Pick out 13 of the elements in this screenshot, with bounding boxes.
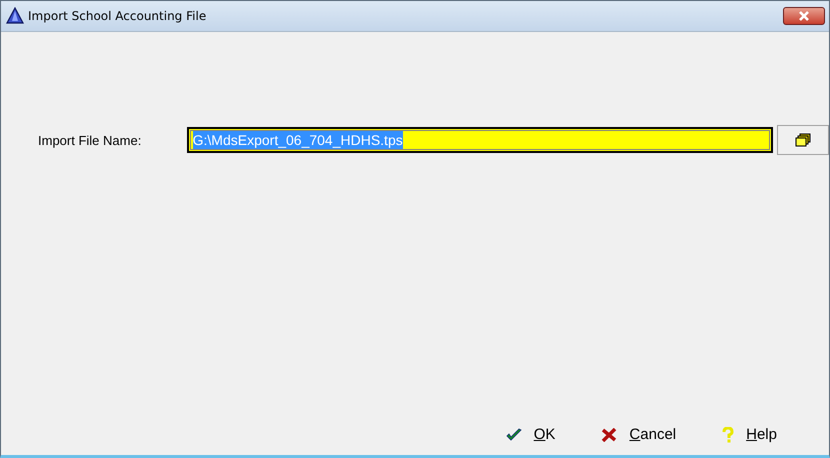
window-title: Import School Accounting File bbox=[28, 9, 208, 23]
field-label: Import File Name: bbox=[38, 132, 142, 148]
close-icon bbox=[798, 11, 810, 21]
check-icon bbox=[506, 428, 522, 442]
browse-button[interactable] bbox=[777, 125, 829, 155]
cross-icon bbox=[601, 428, 618, 442]
question-icon bbox=[722, 426, 734, 442]
triangle-icon bbox=[6, 7, 24, 25]
help-button[interactable]: Help bbox=[718, 422, 781, 447]
close-button[interactable] bbox=[783, 7, 825, 25]
ok-button[interactable]: OK bbox=[502, 422, 560, 447]
cancel-button[interactable]: Cancel bbox=[597, 422, 680, 447]
folders-icon bbox=[795, 133, 812, 147]
